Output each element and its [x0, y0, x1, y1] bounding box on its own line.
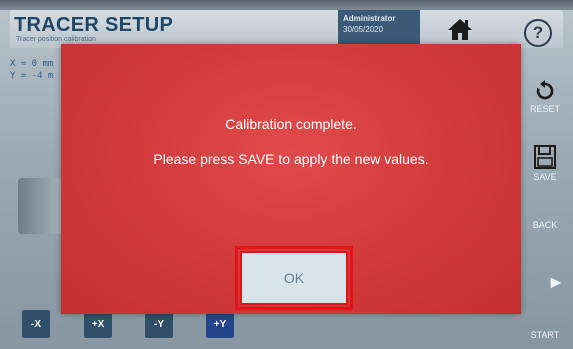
- save-label: SAVE: [533, 172, 557, 182]
- reset-icon: [536, 80, 554, 100]
- calibration-dialog: Calibration complete. Please press SAVE …: [61, 44, 521, 314]
- tracer-illustration: [18, 178, 64, 234]
- jog-minus-y-button[interactable]: -Y: [145, 310, 173, 338]
- start-button[interactable]: START: [520, 330, 570, 346]
- page-title: TRACER SETUP: [14, 14, 174, 36]
- dialog-message-title: Calibration complete.: [225, 116, 357, 132]
- reset-label: RESET: [529, 104, 560, 114]
- next-button[interactable]: ►: [544, 262, 568, 302]
- jog-plus-y-button[interactable]: +Y: [206, 310, 234, 338]
- jog-label: +X: [91, 318, 105, 330]
- help-icon: ?: [532, 23, 544, 42]
- start-label: START: [530, 330, 560, 340]
- back-button[interactable]: BACK: [520, 218, 570, 234]
- help-button[interactable]: ?: [524, 19, 552, 47]
- current-date: 30/05/2020: [343, 25, 384, 34]
- user-name: Administrator: [343, 14, 396, 23]
- page-subtitle: Tracer position calibration: [16, 36, 96, 43]
- save-button[interactable]: SAVE: [520, 144, 570, 200]
- save-icon: [534, 145, 556, 169]
- ok-button[interactable]: OK: [240, 251, 348, 305]
- chevron-right-icon: ►: [547, 271, 565, 292]
- reset-button[interactable]: RESET: [520, 80, 570, 128]
- home-icon: [448, 19, 472, 40]
- user-info: Administrator 30/05/2020: [338, 10, 420, 48]
- jog-minus-x-button[interactable]: -X: [22, 310, 50, 338]
- jog-label: -Y: [154, 318, 164, 330]
- home-button[interactable]: [428, 10, 492, 48]
- jog-plus-x-button[interactable]: +X: [84, 310, 112, 338]
- jog-label: -X: [31, 318, 41, 330]
- screen-bezel: [0, 0, 573, 10]
- dialog-message-body: Please press SAVE to apply the new value…: [153, 151, 429, 167]
- ok-label: OK: [283, 270, 305, 286]
- jog-label: +Y: [213, 318, 227, 330]
- back-label: BACK: [532, 220, 558, 230]
- touch-screen: TRACER SETUP Tracer position calibration…: [0, 0, 573, 349]
